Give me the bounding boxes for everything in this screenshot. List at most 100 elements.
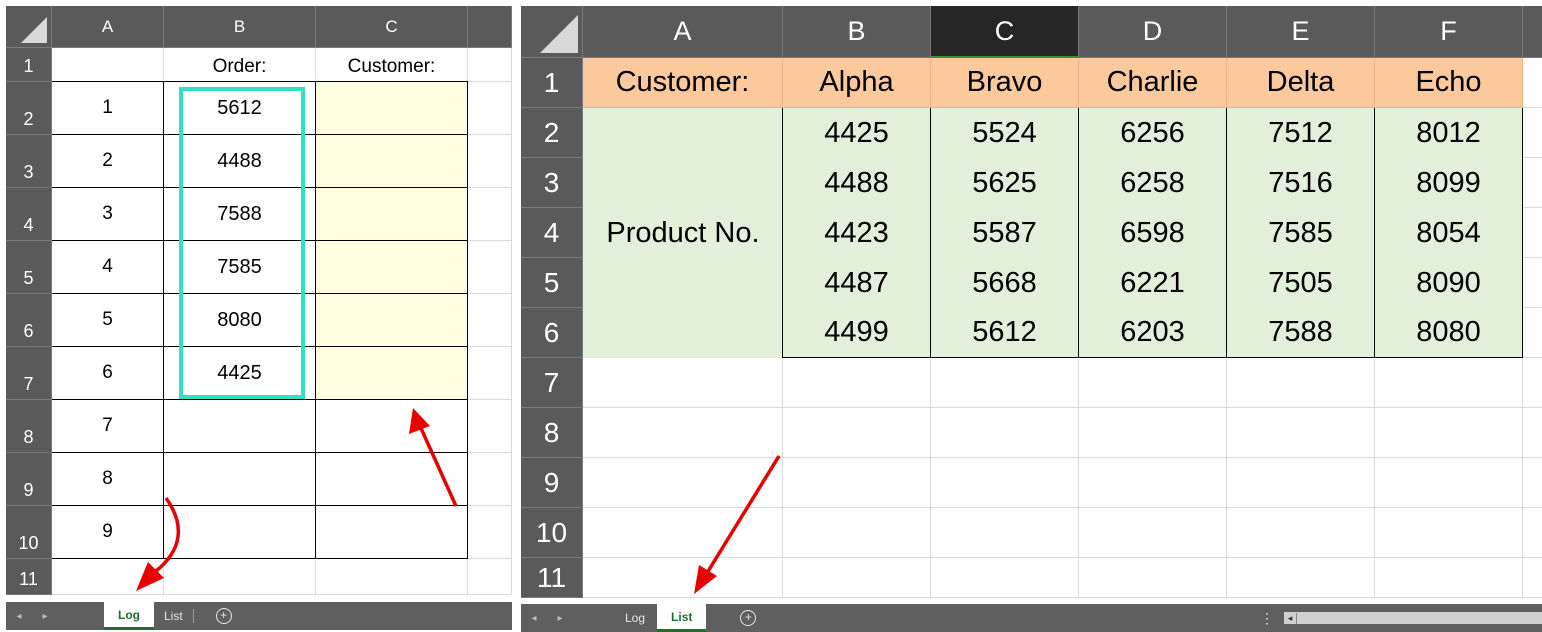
blank-cell[interactable] bbox=[468, 82, 512, 135]
product-number-cell[interactable]: 4487 bbox=[783, 258, 931, 308]
more-options-icon[interactable]: ⋮ bbox=[1260, 610, 1274, 627]
order-cell[interactable]: 8080 bbox=[164, 294, 316, 347]
empty-cell[interactable] bbox=[1523, 458, 1542, 508]
product-number-cell[interactable]: 7585 bbox=[1227, 208, 1375, 258]
column-header-blank[interactable] bbox=[1523, 6, 1542, 58]
row-header-1[interactable]: 1 bbox=[521, 58, 583, 108]
customer-name-cell[interactable]: Echo bbox=[1375, 58, 1523, 108]
empty-cell[interactable] bbox=[1375, 458, 1523, 508]
order-cell[interactable] bbox=[164, 506, 316, 559]
empty-cell[interactable] bbox=[1523, 508, 1542, 558]
blank-cell[interactable] bbox=[1523, 208, 1542, 258]
customer-header[interactable]: Customer: bbox=[316, 48, 468, 82]
log-index-cell[interactable]: 9 bbox=[52, 506, 164, 559]
blank-cell[interactable] bbox=[1523, 308, 1542, 358]
column-header-a[interactable]: A bbox=[52, 6, 164, 48]
product-number-cell[interactable]: 5625 bbox=[931, 158, 1079, 208]
product-number-cell[interactable]: 7505 bbox=[1227, 258, 1375, 308]
product-label-cell[interactable]: Product No. bbox=[583, 108, 783, 358]
row-header-11[interactable]: 11 bbox=[521, 558, 583, 598]
empty-cell[interactable] bbox=[583, 458, 783, 508]
log-index-cell[interactable]: 8 bbox=[52, 453, 164, 506]
blank-cell[interactable] bbox=[468, 188, 512, 241]
row-header-7[interactable]: 7 bbox=[521, 358, 583, 408]
select-all-corner[interactable] bbox=[6, 6, 52, 48]
empty-cell[interactable] bbox=[783, 458, 931, 508]
empty-cell[interactable] bbox=[783, 508, 931, 558]
row-header-8[interactable]: 8 bbox=[521, 408, 583, 458]
customer-cell[interactable] bbox=[316, 82, 468, 135]
column-header-f[interactable]: F bbox=[1375, 6, 1523, 58]
add-sheet-icon[interactable]: + bbox=[215, 608, 232, 624]
empty-cell[interactable] bbox=[1523, 408, 1542, 458]
cell-d1[interactable] bbox=[468, 48, 512, 82]
empty-cell[interactable] bbox=[1079, 458, 1227, 508]
product-number-cell[interactable]: 6221 bbox=[1079, 258, 1227, 308]
product-number-cell[interactable]: 4423 bbox=[783, 208, 931, 258]
product-number-cell[interactable]: 5524 bbox=[931, 108, 1079, 158]
customer-cell[interactable] bbox=[316, 400, 468, 453]
horizontal-scrollbar[interactable]: ◂ bbox=[1284, 612, 1542, 624]
column-header-b[interactable]: B bbox=[783, 6, 931, 58]
row-header-2[interactable]: 2 bbox=[521, 108, 583, 158]
empty-cell[interactable] bbox=[583, 408, 783, 458]
empty-cell[interactable] bbox=[583, 358, 783, 408]
row-header-8[interactable]: 8 bbox=[6, 400, 52, 453]
log-index-cell[interactable]: 1 bbox=[52, 82, 164, 135]
empty-cell[interactable] bbox=[931, 358, 1079, 408]
cell-row11[interactable] bbox=[316, 559, 468, 595]
tab-list[interactable]: List bbox=[657, 604, 707, 632]
scroll-right-icon[interactable]: ▸ bbox=[547, 613, 573, 624]
blank-cell[interactable] bbox=[468, 506, 512, 559]
log-index-cell[interactable]: 4 bbox=[52, 241, 164, 294]
column-header-b[interactable]: B bbox=[164, 6, 316, 48]
empty-cell[interactable] bbox=[1375, 408, 1523, 458]
scroll-left-icon[interactable]: ◂ bbox=[6, 611, 32, 622]
product-number-cell[interactable]: 8054 bbox=[1375, 208, 1523, 258]
row-header-5[interactable]: 5 bbox=[6, 241, 52, 294]
log-index-cell[interactable]: 6 bbox=[52, 347, 164, 400]
product-number-cell[interactable]: 8090 bbox=[1375, 258, 1523, 308]
customer-cell[interactable] bbox=[316, 294, 468, 347]
customer-name-cell[interactable]: Delta bbox=[1227, 58, 1375, 108]
column-header-d[interactable]: D bbox=[1079, 6, 1227, 58]
tab-list[interactable]: List bbox=[154, 602, 193, 630]
product-number-cell[interactable]: 5668 bbox=[931, 258, 1079, 308]
empty-cell[interactable] bbox=[1375, 558, 1523, 598]
column-header-e[interactable]: E bbox=[1227, 6, 1375, 58]
product-number-cell[interactable]: 4499 bbox=[783, 308, 931, 358]
blank-cell[interactable] bbox=[468, 453, 512, 506]
row-header-10[interactable]: 10 bbox=[521, 508, 583, 558]
product-number-cell[interactable]: 6258 bbox=[1079, 158, 1227, 208]
empty-cell[interactable] bbox=[931, 508, 1079, 558]
customer-name-cell[interactable]: Alpha bbox=[783, 58, 931, 108]
blank-cell[interactable] bbox=[1523, 258, 1542, 308]
empty-cell[interactable] bbox=[1523, 558, 1542, 598]
order-cell[interactable]: 7588 bbox=[164, 188, 316, 241]
column-header-blank[interactable] bbox=[468, 6, 512, 48]
row-header-11[interactable]: 11 bbox=[6, 559, 52, 595]
blank-cell[interactable] bbox=[1523, 58, 1542, 108]
product-number-cell[interactable]: 7588 bbox=[1227, 308, 1375, 358]
empty-cell[interactable] bbox=[583, 558, 783, 598]
add-sheet-icon[interactable]: + bbox=[740, 610, 757, 626]
row-header-1[interactable]: 1 bbox=[6, 48, 52, 82]
tab-log[interactable]: Log bbox=[613, 604, 657, 632]
empty-cell[interactable] bbox=[1375, 358, 1523, 408]
log-index-cell[interactable]: 5 bbox=[52, 294, 164, 347]
blank-cell[interactable] bbox=[468, 241, 512, 294]
order-cell[interactable]: 5612 bbox=[164, 82, 316, 135]
empty-cell[interactable] bbox=[1227, 408, 1375, 458]
product-number-cell[interactable]: 6256 bbox=[1079, 108, 1227, 158]
order-cell[interactable] bbox=[164, 400, 316, 453]
order-cell[interactable]: 4425 bbox=[164, 347, 316, 400]
empty-cell[interactable] bbox=[783, 408, 931, 458]
select-all-corner[interactable] bbox=[521, 6, 583, 58]
order-cell[interactable]: 7585 bbox=[164, 241, 316, 294]
row-header-9[interactable]: 9 bbox=[6, 453, 52, 506]
tab-log[interactable]: Log bbox=[104, 602, 154, 630]
empty-cell[interactable] bbox=[931, 558, 1079, 598]
customer-name-cell[interactable]: Bravo bbox=[931, 58, 1079, 108]
empty-cell[interactable] bbox=[1079, 508, 1227, 558]
cell-row11[interactable] bbox=[52, 559, 164, 595]
